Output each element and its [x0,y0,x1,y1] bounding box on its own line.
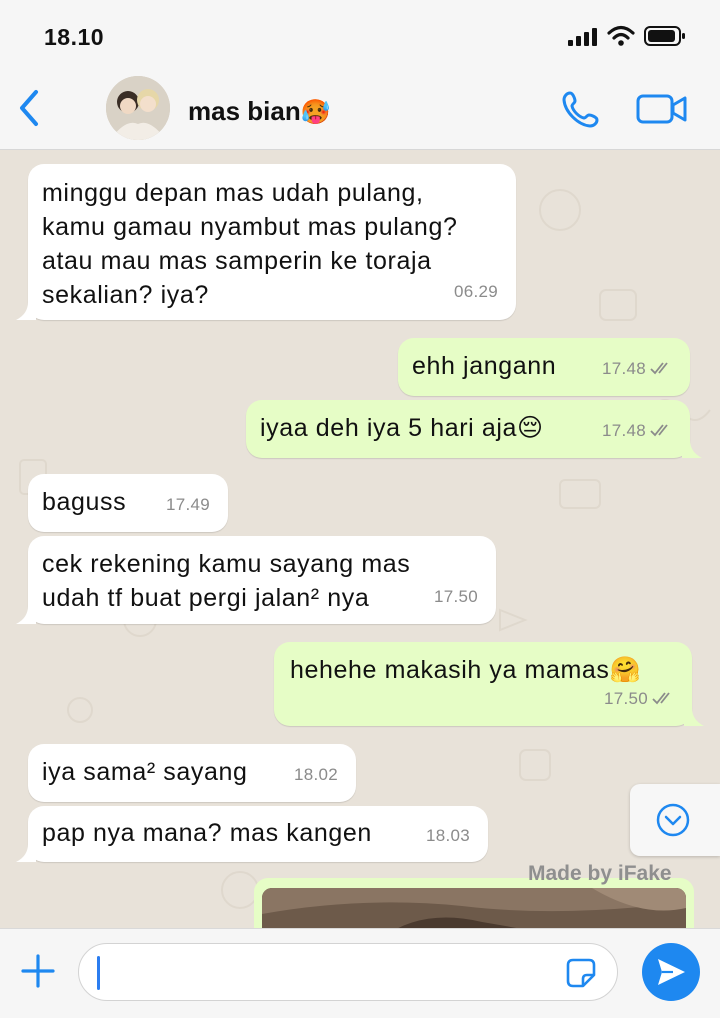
message-text: hehehe makasih ya mamas🤗 [290,656,642,684]
status-time: 18.10 [44,24,105,50]
scroll-to-bottom-button[interactable] [630,784,720,856]
message-time: 17.48 [601,359,646,378]
avatar[interactable] [106,76,170,140]
message-time: 18.03 [425,826,470,845]
wifi-icon [607,25,635,46]
message-bubble[interactable]: minggu depan mas udah pulang, kamu gamau… [16,164,516,320]
double-check-icon [652,692,670,705]
message-bubble[interactable]: iya sama² sayang 18.02 [28,744,356,802]
bubble-tail [682,440,702,458]
message-text: cek rekening kamu sayang mas udah tf bua… [42,550,411,612]
scroll-down-icon [656,803,690,837]
message-input[interactable] [78,943,618,1001]
message-text: minggu depan mas udah pulang, kamu gamau… [42,179,458,309]
signal-icon [568,28,597,46]
message-text: iyaa deh iya 5 hari aja😔 [260,414,544,442]
bubble-tail [16,302,36,320]
back-chevron-icon[interactable] [14,88,44,128]
bubble-tail [684,708,704,726]
message-time: 17.50 [603,689,648,708]
message-time: 17.49 [165,495,210,514]
message-text: iya sama² sayang [42,758,248,786]
bubble-tail [16,844,36,862]
send-button[interactable] [642,943,700,1001]
sticker-icon[interactable] [565,957,597,989]
message-time: 17.48 [601,421,646,440]
message-bubble[interactable]: iyaa deh iya 5 hari aja😔 17.48 [246,400,702,458]
contact-name[interactable]: mas bian🥵 [188,96,331,127]
double-check-icon [650,362,668,375]
message-time: 06.29 [453,282,498,301]
video-camera-icon[interactable] [636,92,688,126]
top-bar: 18.10 mas bian🥵 [0,0,720,150]
message-meta: 17.50 [604,682,678,716]
message-time: 18.02 [293,765,338,784]
contact-emoji: 🥵 [300,99,331,126]
contact-name-text: mas bian [188,96,301,126]
message-text: pap nya mana? mas kangen [42,819,372,847]
bubble-tail [16,606,36,624]
message-bubble[interactable]: hehehe makasih ya mamas🤗 17.50 [274,642,704,726]
message-bubble[interactable]: baguss 17.49 [28,474,228,532]
watermark: Made by iFake [528,862,672,885]
message-text: ehh jangann [412,352,557,380]
message-bubble[interactable]: cek rekening kamu sayang mas udah tf bua… [16,536,496,624]
text-cursor [97,956,100,990]
message-bubble[interactable]: ehh jangann 17.48 [398,338,690,396]
message-bubble[interactable]: pap nya mana? mas kangen 18.03 [16,806,488,862]
phone-icon[interactable] [560,88,602,130]
message-time: 17.50 [433,587,478,606]
send-icon [658,959,685,985]
plus-icon[interactable] [20,953,56,989]
double-check-icon [650,424,668,437]
input-bar [0,928,720,1018]
message-meta: 17.48 [602,352,676,386]
message-text: baguss [42,488,127,516]
battery-icon [644,26,685,46]
message-meta: 17.48 [602,414,676,448]
